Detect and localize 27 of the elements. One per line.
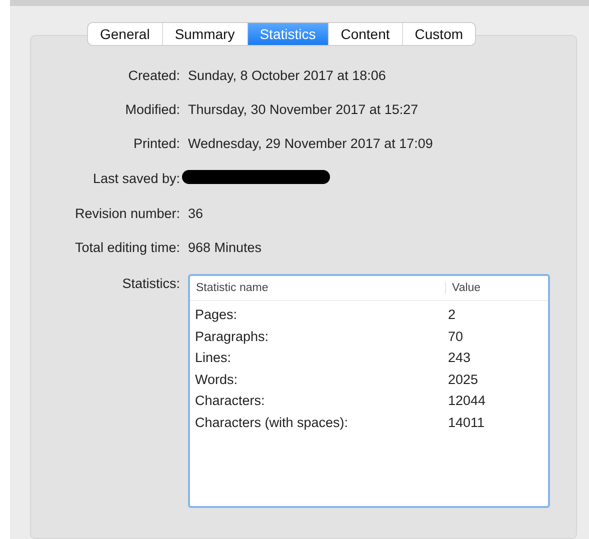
field-label: Modified: [124, 102, 180, 117]
field-value: 36 [188, 206, 204, 221]
field-label: Printed: [132, 136, 180, 151]
table-cell-text: 12044 [448, 393, 487, 408]
table-cell-text: 2 [448, 307, 457, 322]
table-cell-text: Characters (with spaces): [194, 414, 350, 430]
field-label: Created: [127, 68, 180, 83]
column-header[interactable]: Statistic name [190, 282, 445, 294]
table-cell-text: 70 [448, 328, 464, 344]
table-cell-text: 2025 [448, 372, 480, 387]
table-cell-text: Words: [194, 372, 239, 387]
table-cell-text: Pages: [194, 307, 238, 322]
field-value: Wednesday, 29 November 2017 at 17:09 [188, 136, 434, 151]
table-cell-text: Lines: [194, 350, 232, 366]
field-label: Revision number: [74, 206, 180, 221]
field-label: Last saved by: [92, 171, 180, 186]
column-header[interactable]: Value [445, 282, 548, 294]
tab[interactable]: General [88, 23, 163, 45]
table-cell-text: Characters: [194, 393, 266, 408]
field-label: Total editing time: [74, 240, 180, 255]
field-value: 968 Minutes [188, 240, 263, 255]
field-value: Thursday, 30 November 2017 at 15:27 [188, 102, 420, 117]
field-value: Sunday, 8 October 2017 at 18:06 [188, 68, 387, 83]
field-label: Statistics: [121, 275, 180, 291]
table-cell-text: 14011 [448, 414, 486, 430]
table-cell-text: 243 [448, 350, 472, 366]
table-cell-text: Paragraphs: [194, 328, 270, 344]
